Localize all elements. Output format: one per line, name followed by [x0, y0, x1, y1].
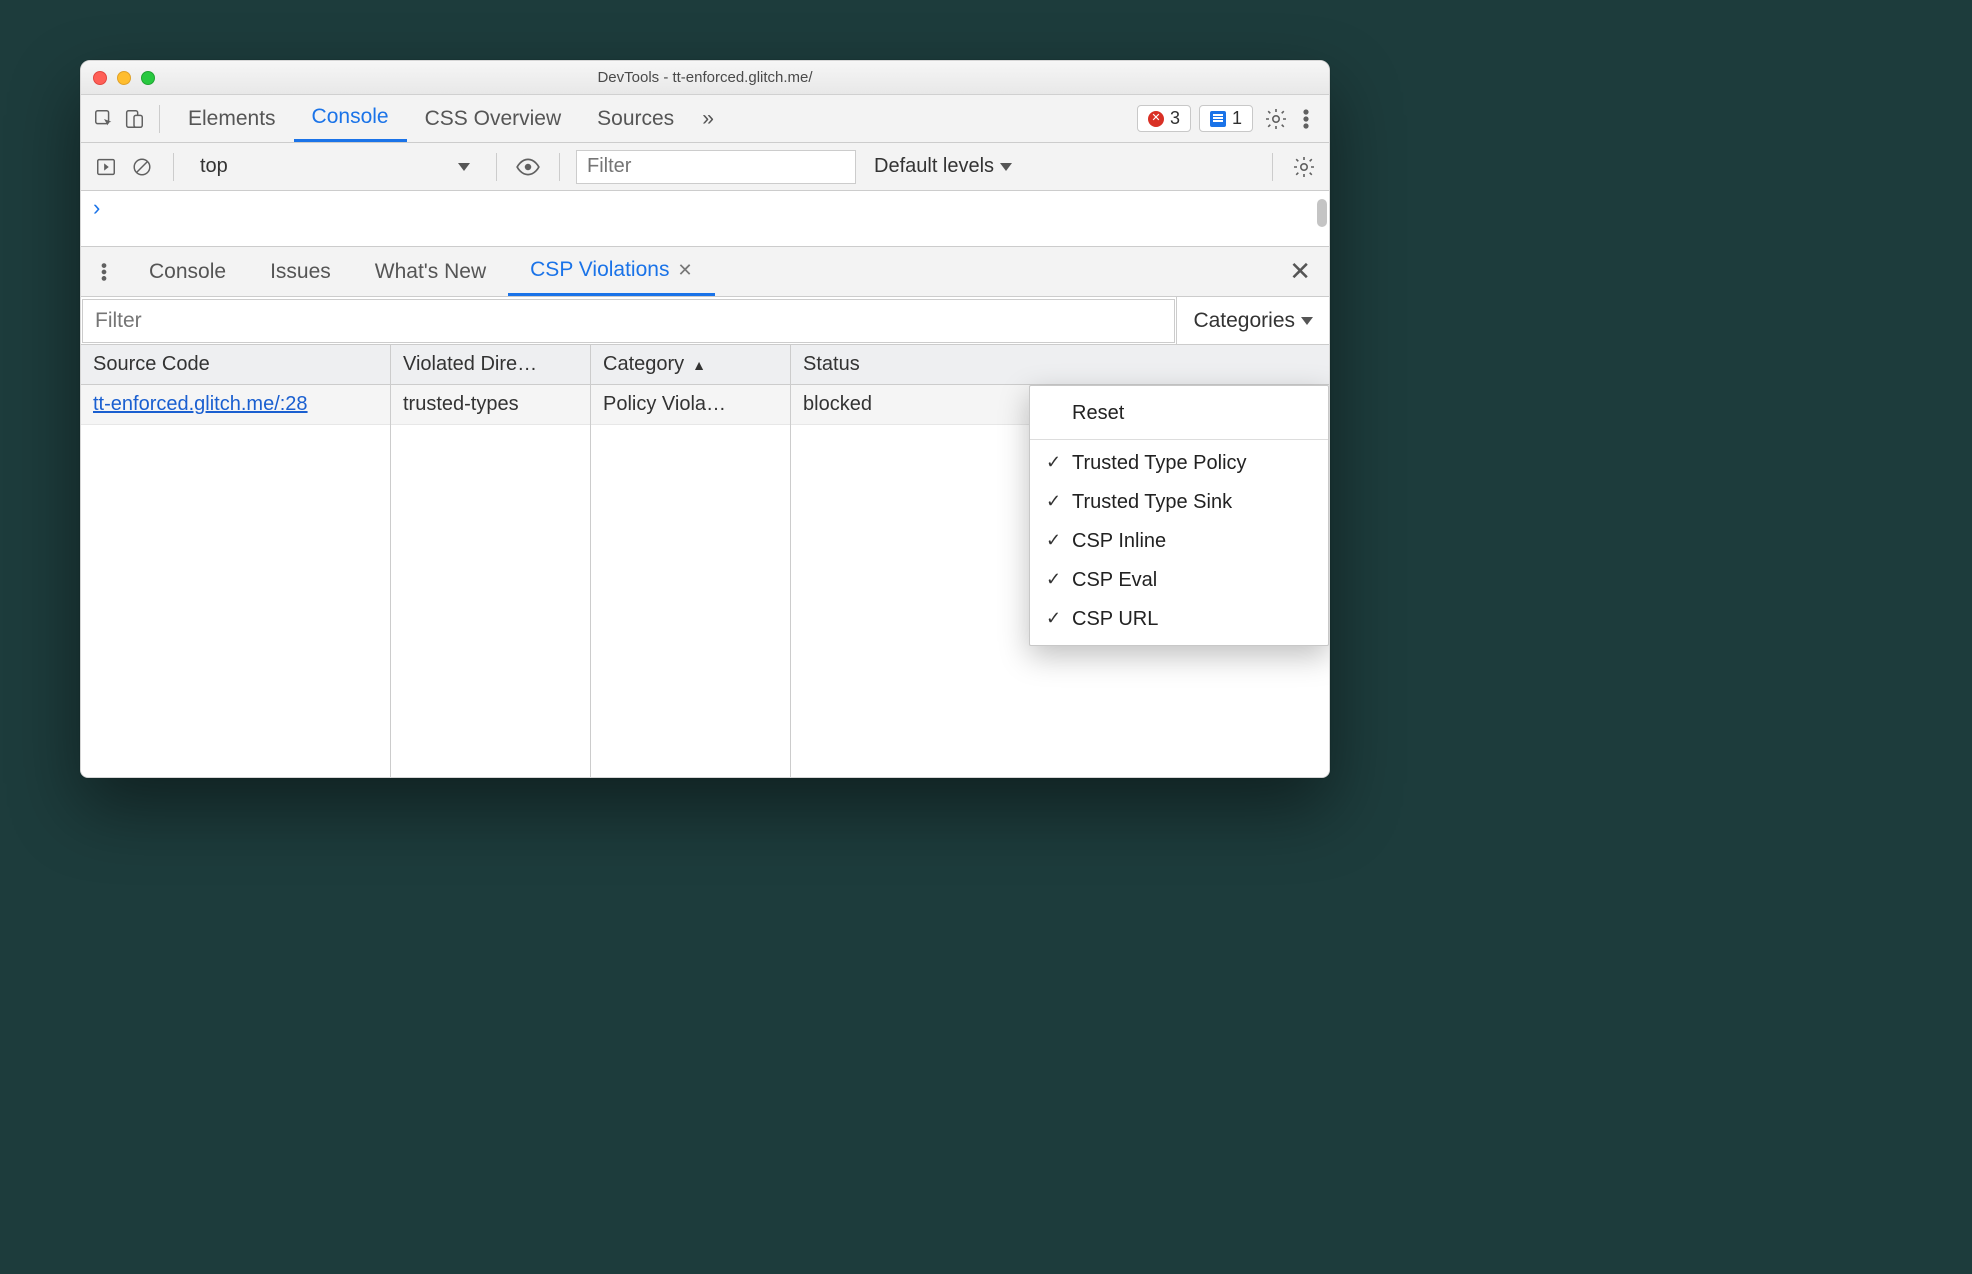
category-option[interactable]: Trusted Type Sink — [1030, 483, 1328, 522]
drawer-tab-console[interactable]: Console — [127, 247, 248, 296]
violations-toolbar: Categories — [81, 297, 1329, 345]
category-option[interactable]: Trusted Type Policy — [1030, 444, 1328, 483]
console-output[interactable]: › — [81, 191, 1329, 247]
cell-category: Policy Viola… — [591, 385, 791, 424]
col-source[interactable]: Source Code — [81, 345, 391, 384]
console-filter-input[interactable] — [576, 150, 856, 184]
col-category[interactable]: Category ▲ — [591, 345, 791, 384]
log-levels-label: Default levels — [874, 155, 994, 178]
cell-directive: trusted-types — [391, 385, 591, 424]
prompt-caret-icon: › — [93, 195, 100, 221]
message-icon — [1210, 111, 1226, 127]
devtools-window: DevTools - tt-enforced.glitch.me/ Elemen… — [80, 60, 1330, 778]
close-drawer-icon[interactable]: ✕ — [1279, 256, 1321, 287]
scrollbar-thumb[interactable] — [1317, 199, 1327, 227]
sidebar-toggle-icon[interactable] — [91, 152, 121, 182]
settings-icon[interactable] — [1261, 104, 1291, 134]
col-status[interactable]: Status — [791, 345, 1329, 384]
separator — [159, 105, 160, 133]
separator — [173, 153, 174, 181]
titlebar: DevTools - tt-enforced.glitch.me/ — [81, 61, 1329, 95]
tab-css-overview[interactable]: CSS Overview — [407, 95, 580, 142]
drawer-tab-csp-violations[interactable]: CSP Violations ✕ — [508, 247, 714, 296]
drawer-tab-issues[interactable]: Issues — [248, 247, 353, 296]
error-icon: ✕ — [1148, 111, 1164, 127]
context-selector[interactable]: top — [190, 152, 480, 182]
drawer-tab-label: CSP Violations — [530, 258, 669, 282]
categories-menu: Reset Trusted Type Policy Trusted Type S… — [1029, 385, 1329, 646]
console-settings-icon[interactable] — [1289, 152, 1319, 182]
col-directive[interactable]: Violated Dire… — [391, 345, 591, 384]
context-value: top — [200, 155, 228, 178]
message-count: 1 — [1232, 108, 1242, 129]
chevron-down-icon — [1000, 163, 1012, 171]
message-count-badge[interactable]: 1 — [1199, 105, 1253, 132]
chevron-down-icon — [1301, 317, 1313, 325]
sort-asc-icon: ▲ — [692, 357, 706, 373]
live-expression-icon[interactable] — [513, 152, 543, 182]
drawer-tabstrip: Console Issues What's New CSP Violations… — [81, 247, 1329, 297]
table-body: tt-enforced.glitch.me/:28 trusted-types … — [81, 385, 1329, 777]
violations-filter-input[interactable] — [82, 299, 1175, 343]
error-count-badge[interactable]: ✕ 3 — [1137, 105, 1191, 132]
main-tabstrip: Elements Console CSS Overview Sources » … — [81, 95, 1329, 143]
minimize-window-button[interactable] — [117, 71, 131, 85]
tab-elements[interactable]: Elements — [170, 95, 294, 142]
table-header: Source Code Violated Dire… Category ▲ St… — [81, 345, 1329, 385]
categories-label: Categories — [1193, 309, 1295, 333]
error-count: 3 — [1170, 108, 1180, 129]
drawer-more-icon[interactable] — [89, 257, 119, 287]
categories-reset[interactable]: Reset — [1030, 392, 1328, 435]
col-category-label: Category — [603, 353, 684, 376]
inspect-element-icon[interactable] — [89, 104, 119, 134]
category-option[interactable]: CSP URL — [1030, 600, 1328, 639]
window-controls — [93, 71, 155, 85]
separator — [559, 153, 560, 181]
tab-sources[interactable]: Sources — [579, 95, 692, 142]
drawer-tab-whats-new[interactable]: What's New — [353, 247, 508, 296]
violations-table: Source Code Violated Dire… Category ▲ St… — [81, 345, 1329, 777]
device-toolbar-icon[interactable] — [119, 104, 149, 134]
close-tab-icon[interactable]: ✕ — [677, 260, 692, 281]
menu-divider — [1030, 439, 1328, 440]
cell-source[interactable]: tt-enforced.glitch.me/:28 — [81, 385, 391, 424]
category-option[interactable]: CSP Eval — [1030, 561, 1328, 600]
close-window-button[interactable] — [93, 71, 107, 85]
tab-console[interactable]: Console — [294, 95, 407, 142]
categories-dropdown-button[interactable]: Categories — [1176, 297, 1329, 344]
window-title: DevTools - tt-enforced.glitch.me/ — [81, 69, 1329, 86]
chevron-down-icon — [458, 163, 470, 171]
console-toolbar: top Default levels — [81, 143, 1329, 191]
separator — [1272, 153, 1273, 181]
category-option[interactable]: CSP Inline — [1030, 522, 1328, 561]
tabs-overflow-icon[interactable]: » — [692, 95, 724, 142]
more-menu-icon[interactable] — [1291, 104, 1321, 134]
zoom-window-button[interactable] — [141, 71, 155, 85]
clear-console-icon[interactable] — [127, 152, 157, 182]
log-levels-selector[interactable]: Default levels — [874, 155, 1012, 178]
separator — [496, 153, 497, 181]
